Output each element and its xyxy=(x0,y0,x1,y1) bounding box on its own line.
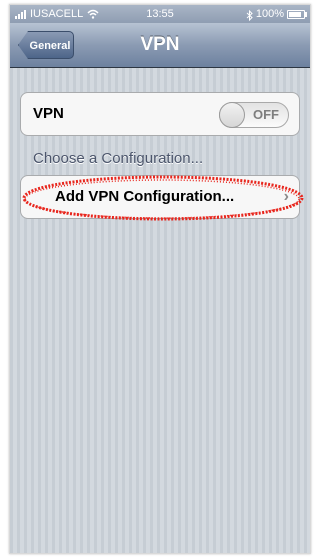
vpn-toggle-row: VPN OFF xyxy=(20,92,300,136)
battery-icon xyxy=(287,9,307,19)
navigation-bar: VPN General xyxy=(10,23,310,68)
bluetooth-icon xyxy=(246,9,253,21)
toggle-state-text: OFF xyxy=(253,107,279,122)
add-vpn-configuration-row[interactable]: Add VPN Configuration... › xyxy=(20,175,300,219)
battery-percent: 100% xyxy=(255,8,284,20)
section-header: Choose a Configuration... xyxy=(33,150,204,167)
phone-screen: IUSACELL 13:55 100% VPN General VPN OFF … xyxy=(9,4,311,554)
toggle-knob xyxy=(219,102,245,128)
status-right: 100% xyxy=(246,5,307,23)
back-button-general[interactable]: General xyxy=(18,31,74,59)
vpn-label: VPN xyxy=(33,105,64,122)
vpn-toggle-switch[interactable]: OFF xyxy=(219,102,289,128)
chevron-right-icon: › xyxy=(283,188,289,205)
add-vpn-configuration-label: Add VPN Configuration... xyxy=(55,188,235,205)
settings-content: VPN OFF Choose a Configuration... Add VP… xyxy=(10,68,310,553)
status-bar: IUSACELL 13:55 100% xyxy=(10,5,310,23)
